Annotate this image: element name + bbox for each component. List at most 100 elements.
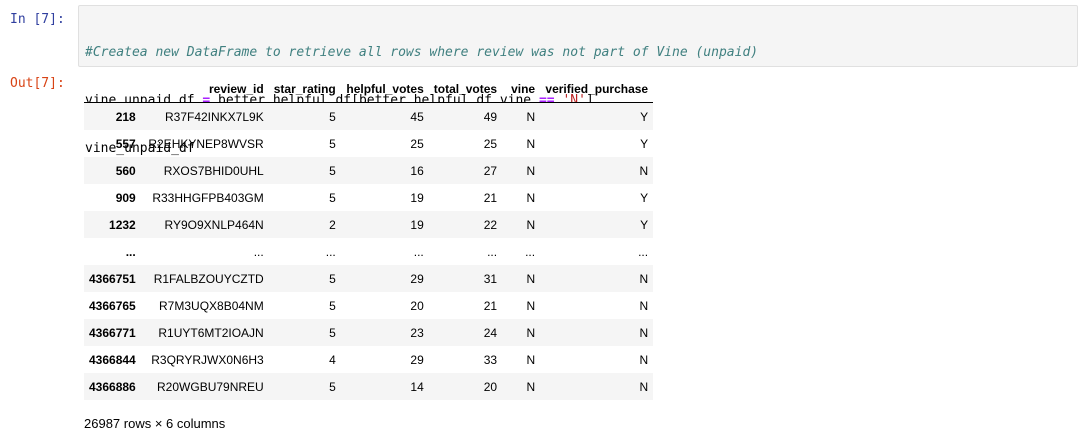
table-cell: 24 (483, 325, 498, 340)
row-index: 1232 (109, 217, 136, 232)
table-cell: 27 (483, 163, 498, 178)
table-cell: R1FALBZOUYCZTD (153, 271, 264, 286)
table-row: 4366886 R20WGBU79NREU 5 14 20 N N (84, 373, 654, 400)
table-row: 909 R33HHGFPB403GM 5 19 21 N Y (84, 184, 653, 211)
table-row: 4366751 R1FALBZOUYCZTD 5 29 31 N N (84, 265, 654, 292)
table-cell: 23 (410, 325, 424, 340)
row-index: 4366751 (89, 271, 136, 286)
table-cell: ... (413, 244, 424, 259)
table-cell: 45 (410, 109, 424, 124)
column-header-index (84, 76, 141, 103)
table-cell: Y (640, 109, 649, 124)
row-index: 4366771 (89, 325, 136, 340)
table-cell: 5 (329, 298, 336, 313)
table-cell: RY9O9XNLP464N (164, 217, 264, 232)
column-header-total-votes: total_votes (428, 76, 503, 103)
row-index: 4366886 (89, 379, 136, 394)
table-cell: 20 (483, 379, 498, 394)
table-cell: N (526, 217, 536, 232)
table-cell: Y (640, 217, 649, 232)
table-cell: RXOS7BHID0UHL (163, 163, 264, 178)
table-cell: N (526, 298, 536, 313)
table-cell: 29 (410, 352, 424, 367)
table-row: 560 RXOS7BHID0UHL 5 16 27 N N (84, 157, 654, 184)
table-cell: 20 (410, 298, 424, 313)
table-row: 4366771 R1UYT6MT2IOAJN 5 23 24 N N (84, 319, 654, 346)
table-cell: 2 (329, 217, 336, 232)
table-row: 1232 RY9O9XNLP464N 2 19 22 N Y (84, 211, 654, 238)
table-row-ellipsis: ... ... ... ... ... ... ... (84, 238, 653, 265)
table-cell: ... (525, 244, 536, 259)
table-cell: 14 (410, 379, 424, 394)
table-cell: 31 (483, 271, 498, 286)
table-cell: 25 (483, 136, 498, 151)
table-cell: ... (638, 244, 649, 259)
table-cell: 21 (483, 298, 498, 313)
table-cell: 5 (329, 271, 336, 286)
table-cell: R37F42INKX7L9K (164, 109, 264, 124)
dataframe-shape-note: 26987 rows × 6 columns (84, 416, 226, 431)
row-index: ... (125, 244, 136, 259)
column-header-helpful-votes: helpful_votes (340, 76, 429, 103)
table-cell: R20WGBU79NREU (157, 379, 264, 394)
table-row: 557 R2EHKYNEP8WVSR 5 25 25 N Y (84, 130, 653, 157)
table-row: 4366844 R3QRYRJWX0N6H3 4 29 33 N N (84, 346, 653, 373)
table-cell: N (526, 163, 536, 178)
table-cell: R33HHGFPB403GM (152, 190, 264, 205)
column-header-review-id: review_id (140, 76, 269, 103)
column-header-star-rating: star_rating (268, 76, 341, 103)
table-cell: 5 (329, 325, 336, 340)
code-comment: #Createa new DataFrame to retrieve all r… (85, 45, 759, 60)
row-index: 218 (115, 109, 136, 124)
table-cell: N (526, 271, 536, 286)
table-cell: Y (640, 136, 649, 151)
input-prompt: In [7]: (10, 12, 65, 27)
table-cell: 49 (483, 109, 498, 124)
code-cell-editor[interactable]: #Createa new DataFrame to retrieve all r… (78, 5, 1078, 156)
table-cell: 5 (329, 109, 336, 124)
output-prompt: Out[7]: (10, 76, 65, 91)
dataframe-output: review_id star_rating helpful_votes tota… (84, 76, 654, 400)
table-cell: N (526, 325, 536, 340)
table-cell: 5 (329, 163, 336, 178)
table-cell: ... (487, 244, 498, 259)
table-cell: R1UYT6MT2IOAJN (158, 325, 264, 340)
table-cell: N (526, 352, 536, 367)
table-cell: N (526, 190, 536, 205)
table-cell: N (639, 379, 649, 394)
table-cell: 33 (483, 352, 498, 367)
table-cell: N (639, 271, 649, 286)
table-cell: N (526, 109, 536, 124)
table-header-row: review_id star_rating helpful_votes tota… (84, 76, 654, 103)
row-index: 4366844 (89, 352, 136, 367)
table-cell: N (639, 298, 649, 313)
table-cell: N (526, 379, 536, 394)
table-cell: 5 (329, 379, 336, 394)
table-cell: N (526, 136, 536, 151)
table-cell: N (639, 325, 649, 340)
dataframe-table: review_id star_rating helpful_votes tota… (84, 76, 654, 400)
table-cell: 22 (483, 217, 498, 232)
table-cell: 16 (410, 163, 424, 178)
table-cell: ... (325, 244, 336, 259)
table-cell: R2EHKYNEP8WVSR (148, 136, 264, 151)
table-cell: 4 (329, 352, 336, 367)
row-index: 4366765 (89, 298, 136, 313)
table-row: 4366765 R7M3UQX8B04NM 5 20 21 N N (84, 292, 653, 319)
table-cell: 19 (410, 190, 424, 205)
row-index: 557 (115, 136, 136, 151)
column-header-vine: vine (502, 76, 541, 103)
row-index: 560 (115, 163, 136, 178)
table-cell: 5 (329, 190, 336, 205)
table-cell: R7M3UQX8B04NM (159, 298, 264, 313)
table-cell: 29 (410, 271, 424, 286)
table-cell: 5 (329, 136, 336, 151)
code-line-1: #Createa new DataFrame to retrieve all r… (85, 45, 1071, 61)
row-index: 909 (115, 190, 136, 205)
table-row: 218 R37F42INKX7L9K 5 45 49 N Y (84, 102, 654, 130)
column-header-verified-purchase: verified_purchase (540, 76, 654, 103)
table-cell: Y (640, 190, 649, 205)
table-cell: N (639, 352, 649, 367)
table-cell: 19 (410, 217, 424, 232)
table-cell: ... (253, 244, 264, 259)
